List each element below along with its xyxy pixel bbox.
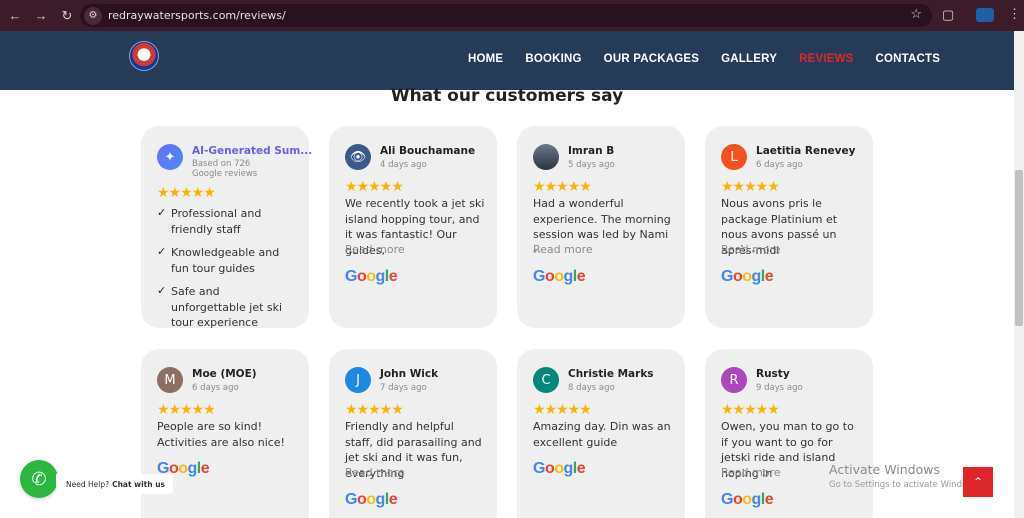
read-more-link[interactable]: Read more — [345, 243, 405, 256]
profile-avatar[interactable] — [976, 8, 994, 22]
review-card: Imran B 5 days ago ★★★★★ Had a wonderful… — [517, 126, 685, 328]
ai-summary-card: ✦ AI-Generated Sum... Based on 726 Googl… — [141, 126, 312, 329]
extensions-icon[interactable]: ▢ — [942, 7, 958, 23]
review-date: 6 days ago — [756, 160, 803, 170]
reviewer-name: Christie Marks — [568, 368, 654, 380]
avatar: L — [721, 144, 747, 170]
google-logo: Google — [345, 268, 398, 285]
reviewer-name: John Wick — [380, 368, 439, 380]
section-title: What our customers say — [390, 86, 624, 106]
read-more-link[interactable]: Read more — [721, 243, 781, 256]
site-info-icon[interactable]: ⚙ — [84, 6, 102, 25]
forward-arrow-icon[interactable]: → — [30, 5, 52, 27]
avatar: 👁 — [345, 144, 371, 170]
summary-bullet: ✓ Safe and unforgettable jet ski tour exp… — [157, 285, 283, 329]
read-more-link[interactable]: Read more — [533, 243, 593, 256]
avatar: M — [157, 367, 183, 393]
review-card: 👁 Ali Bouchamane 4 days ago ★★★★★ We rec… — [329, 126, 497, 328]
review-card: C Christie Marks 8 days ago ★★★★★ Amazin… — [517, 349, 685, 518]
reload-icon[interactable]: ↻ — [56, 5, 78, 27]
summary-bullet: ✓ Professional and friendly staff — [157, 207, 262, 236]
chevron-up-icon: ⌃ — [972, 475, 984, 489]
site-logo[interactable] — [129, 41, 159, 71]
avatar: C — [533, 367, 559, 393]
reviewer-name: Moe (MOE) — [192, 368, 257, 380]
google-logo: Google — [533, 268, 586, 285]
nav-booking[interactable]: BOOKING — [525, 53, 581, 65]
review-card: L Laetitia Renevey 6 days ago ★★★★★ Nous… — [705, 126, 873, 328]
rating-stars: ★★★★★ — [721, 401, 780, 417]
whatsapp-label[interactable]: Need Help? Chat with us — [56, 474, 174, 494]
read-more-link[interactable]: Read more — [721, 466, 781, 479]
bookmark-star-icon[interactable]: ☆ — [910, 6, 922, 22]
reviewer-name: Imran B — [568, 145, 615, 157]
read-more-link[interactable]: Read more — [345, 466, 405, 479]
nav-gallery[interactable]: GALLERY — [721, 53, 777, 65]
scrollbar-thumb[interactable] — [1015, 170, 1023, 326]
url-text: redraywatersports.com/reviews/ — [108, 9, 286, 22]
back-to-top-button[interactable]: ⌃ — [963, 467, 993, 497]
review-date: 4 days ago — [380, 160, 427, 170]
google-logo: Google — [345, 491, 398, 508]
back-arrow-icon[interactable]: ← — [4, 5, 26, 27]
review-date: 8 days ago — [568, 383, 615, 393]
review-date: 9 days ago — [756, 383, 803, 393]
reviewer-name: Ali Bouchamane — [380, 145, 476, 157]
nav-contacts[interactable]: CONTACTS — [876, 53, 941, 65]
check-icon: ✓ — [157, 285, 167, 297]
nav-home[interactable]: HOME — [468, 53, 503, 65]
google-logo: Google — [721, 268, 774, 285]
summary-bullet: ✓ Knowledgeable and fun tour guides — [157, 246, 280, 275]
rating-stars: ★★★★★ — [345, 401, 404, 417]
browser-toolbar: ← → ↻ ⚙ redraywatersports.com/reviews/ ☆… — [0, 0, 1024, 31]
review-date: 5 days ago — [568, 160, 615, 170]
review-text: People are so kind! Activities are also … — [157, 420, 285, 449]
avatar: R — [721, 367, 747, 393]
address-bar[interactable]: ⚙ redraywatersports.com/reviews/ ☆ — [80, 4, 932, 27]
rating-stars: ★★★★★ — [533, 401, 592, 417]
review-date: 7 days ago — [380, 383, 427, 393]
rating-stars: ★★★★★ — [533, 178, 592, 194]
whatsapp-icon: ✆ — [31, 468, 47, 489]
ai-summary-subtitle: Based on 726 Google reviews — [192, 159, 258, 179]
activate-windows-subtitle: Go to Settings to activate Windows. — [829, 480, 982, 490]
site-header: HOME BOOKING OUR PACKAGES GALLERY REVIEW… — [0, 31, 1014, 90]
activate-windows-title: Activate Windows — [829, 462, 940, 477]
review-card: R Rusty 9 days ago ★★★★★ Owen, you man t… — [705, 349, 873, 518]
google-logo: Google — [533, 460, 586, 477]
browser-menu-icon[interactable]: ⋮ — [1008, 6, 1021, 22]
review-date: 6 days ago — [192, 383, 239, 393]
rating-stars: ★★★★★ — [721, 178, 780, 194]
rating-stars: ★★★★★ — [345, 178, 404, 194]
nav-reviews[interactable]: REVIEWS — [799, 53, 853, 65]
whatsapp-button[interactable]: ✆ — [20, 460, 58, 498]
nav-our-packages[interactable]: OUR PACKAGES — [604, 53, 699, 65]
rating-stars: ★★★★★ — [157, 401, 216, 417]
ai-summary-title[interactable]: AI-Generated Sum... — [192, 145, 312, 157]
check-icon: ✓ — [157, 246, 167, 258]
reviewer-name: Rusty — [756, 368, 790, 380]
avatar: J — [345, 367, 371, 393]
reviewer-name: Laetitia Renevey — [756, 145, 856, 157]
summary-bullets: ✓ Professional and friendly staff ✓ Knowle… — [157, 206, 297, 339]
review-text: Amazing day. Din was an excellent guide — [533, 420, 671, 449]
sparkle-icon: ✦ — [157, 144, 183, 170]
review-card: J John Wick 7 days ago ★★★★★ Friendly an… — [329, 349, 497, 518]
main-nav: HOME BOOKING OUR PACKAGES GALLERY REVIEW… — [468, 53, 962, 65]
check-icon: ✓ — [157, 207, 167, 219]
google-logo: Google — [721, 491, 774, 508]
avatar — [533, 144, 559, 170]
rating-stars: ★★★★★ — [157, 184, 216, 200]
